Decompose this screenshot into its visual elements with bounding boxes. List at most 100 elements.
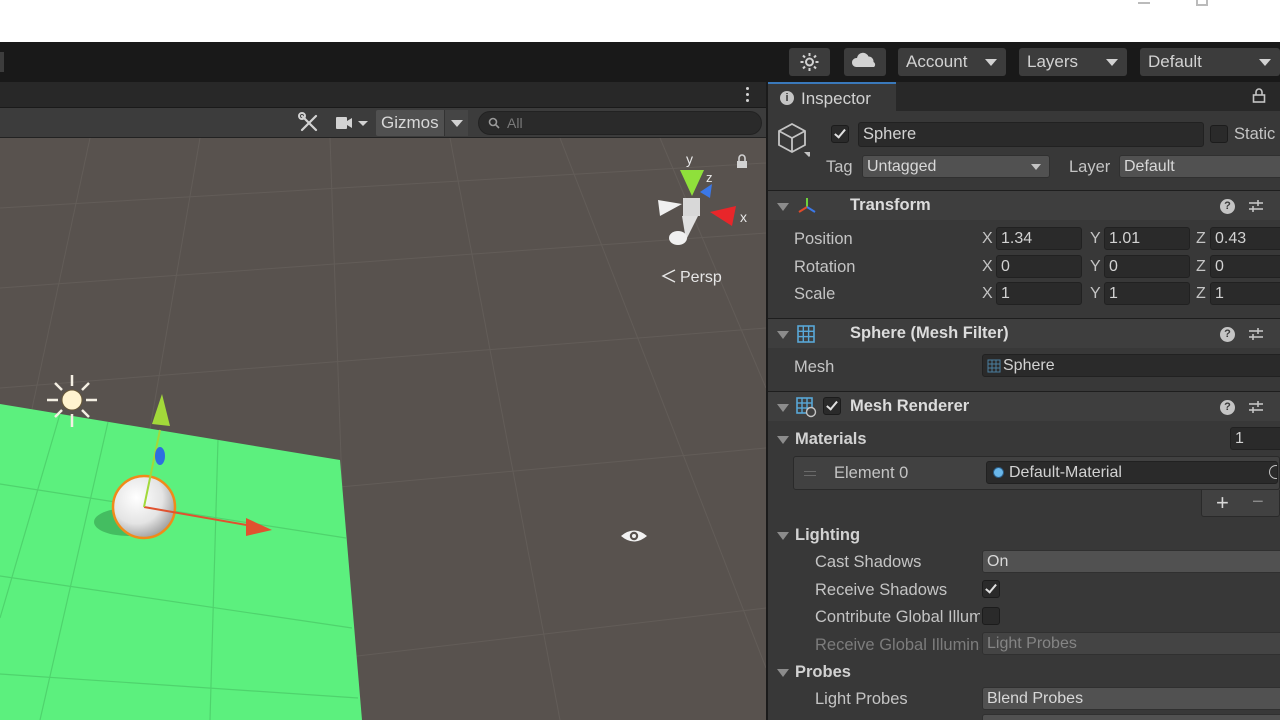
layout-label: Default [1148, 52, 1202, 71]
neg-x-cone[interactable] [658, 200, 682, 216]
cast-shadows-dropdown[interactable]: On [982, 550, 1280, 573]
scene-viewport[interactable]: y z x Persp [0, 138, 766, 720]
mesh-renderer-header[interactable]: Mesh Renderer ? [768, 391, 1280, 421]
info-icon: i [780, 91, 794, 105]
mesh-renderer-enabled-checkbox[interactable] [823, 397, 841, 415]
layout-dropdown[interactable]: Default [1140, 48, 1280, 76]
search-icon [488, 117, 500, 129]
remove-element-button[interactable]: − [1252, 491, 1264, 514]
rotation-x-axis[interactable]: X [982, 258, 993, 276]
probes-foldout-icon[interactable] [777, 669, 789, 677]
object-name-field[interactable]: Sphere [858, 122, 1204, 147]
rotation-y-field[interactable]: 0 [1104, 255, 1190, 278]
tag-dropdown[interactable]: Untagged [862, 155, 1050, 178]
position-y-field[interactable]: 1.01 [1104, 227, 1190, 250]
cast-shadows-value: On [987, 553, 1009, 570]
rotation-y-axis[interactable]: Y [1090, 258, 1101, 276]
static-label: Static [1234, 125, 1276, 143]
receive-shadows-checkbox[interactable] [982, 580, 1000, 598]
tools-button[interactable] [294, 110, 324, 136]
mesh-renderer-icon [796, 397, 817, 418]
window-maximize-button[interactable] [1196, 0, 1208, 6]
scene-tab-bar [0, 82, 766, 108]
gizmos-chevron-area[interactable] [444, 110, 468, 136]
settings-sliders-icon[interactable] [1248, 198, 1264, 214]
add-element-button[interactable]: + [1216, 490, 1229, 516]
materials-count: 1 [1235, 430, 1244, 447]
help-icon[interactable]: ? [1220, 327, 1235, 342]
rotation-z-field[interactable]: 0 [1210, 255, 1280, 278]
mesh-object-field[interactable]: Sphere [982, 354, 1280, 377]
mesh-filter-title: Sphere (Mesh Filter) [850, 324, 1009, 342]
settings-sliders-icon[interactable] [1248, 399, 1264, 415]
probes-label[interactable]: Probes [795, 663, 851, 682]
element-0-material-field[interactable]: Default-Material [986, 461, 1278, 484]
scene-search-field[interactable]: All [478, 111, 762, 135]
tab-inspector[interactable]: i Inspector [768, 82, 896, 111]
foldout-arrow-icon[interactable] [777, 203, 789, 211]
light-probes-dropdown[interactable]: Blend Probes [982, 687, 1280, 710]
materials-label[interactable]: Materials [795, 430, 867, 449]
foldout-arrow-icon[interactable] [777, 404, 789, 412]
lighting-label[interactable]: Lighting [795, 526, 860, 545]
projection-toggle[interactable]: Persp [661, 269, 722, 286]
scale-label[interactable]: Scale [794, 285, 835, 304]
gizmo-center-cube[interactable] [683, 198, 700, 216]
inspector-tab-bar: i Inspector [768, 82, 1280, 111]
rotation-label[interactable]: Rotation [794, 258, 855, 277]
position-label[interactable]: Position [794, 230, 853, 249]
scale-z-axis[interactable]: Z [1196, 285, 1206, 303]
materials-foldout-icon[interactable] [777, 436, 789, 444]
contribute-gi-checkbox[interactable] [982, 607, 1000, 625]
visibility-eye-icon[interactable] [621, 530, 647, 542]
object-picker-icon[interactable] [1269, 465, 1277, 479]
scale-x-field[interactable]: 1 [996, 282, 1082, 305]
static-checkbox[interactable] [1210, 125, 1228, 143]
position-x-field[interactable]: 1.34 [996, 227, 1082, 250]
scale-y-field[interactable]: 1 [1104, 282, 1190, 305]
persp-icon [661, 269, 676, 283]
scale-y-axis[interactable]: Y [1090, 285, 1101, 303]
scene-canvas[interactable]: y z x Persp [0, 138, 766, 720]
more-options-icon[interactable] [744, 87, 750, 103]
foldout-arrow-icon[interactable] [777, 331, 789, 339]
gizmos-dropdown[interactable]: Gizmos [376, 110, 468, 136]
rotation-z-axis[interactable]: Z [1196, 258, 1206, 276]
help-icon[interactable]: ? [1220, 400, 1235, 415]
layer-dropdown[interactable]: Default [1119, 155, 1280, 178]
settings-sliders-icon[interactable] [1248, 326, 1264, 342]
scale-z-field[interactable]: 1 [1210, 282, 1280, 305]
neg-z-cone[interactable] [669, 231, 687, 245]
materials-size-field[interactable]: 1 [1230, 427, 1280, 450]
z-axis-cone[interactable] [700, 184, 712, 198]
lock-icon[interactable] [737, 154, 747, 168]
cloud-button[interactable] [844, 48, 886, 76]
scale-x-axis[interactable]: X [982, 285, 993, 303]
window-minimize-button[interactable] [1138, 0, 1150, 4]
chevron-down-icon [1259, 59, 1271, 66]
position-x-axis[interactable]: X [982, 230, 993, 248]
help-icon[interactable]: ? [1220, 199, 1235, 214]
camera-dropdown[interactable] [330, 110, 374, 136]
active-checkbox[interactable] [831, 125, 849, 143]
position-z-axis[interactable]: Z [1196, 230, 1206, 248]
position-z-field[interactable]: 0.43 [1210, 227, 1280, 250]
window-close-button[interactable] [1254, 0, 1266, 6]
position-z-value: 0.43 [1215, 230, 1247, 247]
lock-icon[interactable] [1252, 88, 1266, 104]
mesh-filter-header[interactable]: Sphere (Mesh Filter) ? [768, 318, 1280, 348]
position-y-axis[interactable]: Y [1090, 230, 1101, 248]
lighting-foldout-icon[interactable] [777, 532, 789, 540]
contribute-gi-label: Contribute Global Illumination [815, 608, 980, 626]
services-button[interactable] [789, 48, 830, 76]
rotation-x-field[interactable]: 0 [996, 255, 1082, 278]
layers-dropdown[interactable]: Layers [1019, 48, 1127, 76]
gizmos-label: Gizmos [381, 113, 439, 132]
drag-handle-icon[interactable] [804, 471, 816, 476]
transform-header[interactable]: Transform ? [768, 190, 1280, 220]
window-title-bar [0, 0, 1280, 42]
ground-plane[interactable] [0, 404, 362, 720]
x-axis-cone[interactable] [710, 206, 736, 226]
z-axis-handle[interactable] [155, 447, 165, 465]
account-dropdown[interactable]: Account [898, 48, 1006, 76]
